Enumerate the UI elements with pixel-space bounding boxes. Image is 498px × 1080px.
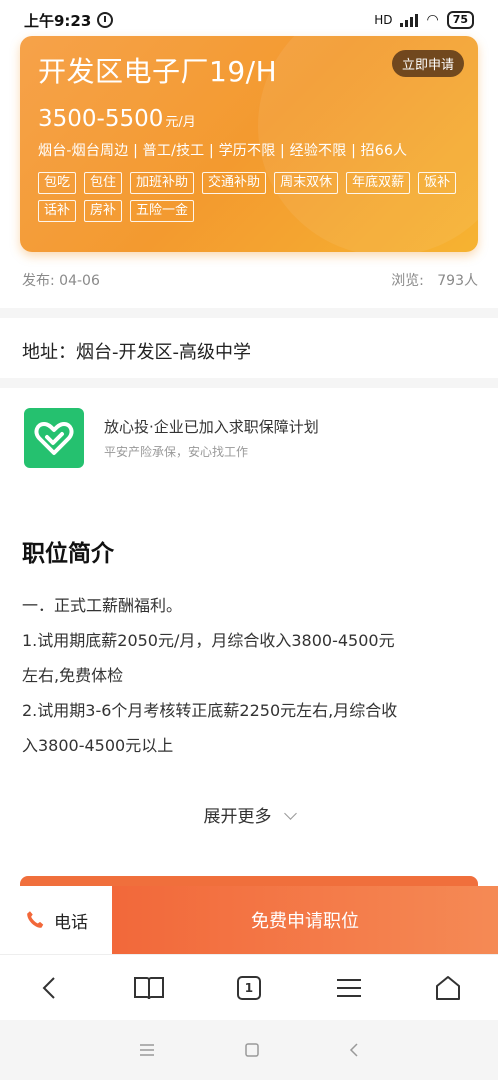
benefit-tag: 房补	[84, 200, 123, 222]
home-button[interactable]	[428, 968, 468, 1008]
phone-button[interactable]: 电话	[0, 886, 112, 954]
status-bar: 上午9:23 HD ◠ 75	[0, 0, 498, 40]
wifi-icon: ◠	[426, 12, 439, 28]
benefit-tag: 五险一金	[130, 200, 195, 222]
bottom-action-bar: 电话 免费申请职位	[0, 876, 498, 954]
views-label: 浏览:	[391, 273, 424, 289]
views-value: 793人	[437, 273, 478, 289]
shield-heart-icon	[24, 408, 84, 468]
benefit-tag: 交通补助	[202, 172, 267, 194]
benefit-tag: 饭补	[418, 172, 457, 194]
salary-unit: 元/月	[165, 115, 196, 130]
publish-row: 发布: 04-06 浏览: 793人	[22, 270, 478, 290]
chevron-left-icon	[42, 976, 55, 999]
salary-range: 3500-5500	[38, 106, 164, 132]
section-title: 职位简介	[22, 541, 114, 567]
description-line: 入3800-4500元以上	[22, 736, 174, 755]
job-card: 开发区电子厂19/H 立即申请 3500-5500 元/月 烟台-烟台周边 | 普…	[20, 36, 478, 252]
description-line: 左右,免费体检	[22, 666, 124, 685]
free-apply-button[interactable]: 免费申请职位	[112, 886, 498, 954]
view-count: 浏览: 793人	[391, 270, 478, 290]
network-type: HD	[374, 13, 393, 27]
book-icon	[134, 976, 165, 999]
section-divider	[0, 378, 498, 388]
back-triangle-icon[interactable]	[348, 1042, 360, 1058]
expand-more-button[interactable]: 展开更多	[0, 802, 498, 827]
benefit-tag: 包吃	[38, 172, 77, 194]
home-square-icon[interactable]	[244, 1042, 260, 1058]
recent-apps-icon[interactable]	[138, 1043, 156, 1057]
expand-more-label: 展开更多	[203, 807, 272, 827]
job-address[interactable]: 地址：烟台-开发区-高级中学	[22, 338, 251, 364]
back-button[interactable]	[30, 968, 70, 1008]
tab-count: 1	[236, 975, 261, 1000]
benefit-tag: 年底双薪	[346, 172, 411, 194]
benefit-tag: 周末双休	[274, 172, 339, 194]
apply-now-button[interactable]: 立即申请	[391, 50, 464, 77]
signal-icon	[400, 13, 419, 27]
guarantee-banner[interactable]: 放心投·企业已加入求职保障计划 平安产险承保，安心找工作	[24, 408, 319, 468]
status-time: 上午9:23	[24, 11, 92, 30]
bookmarks-button[interactable]	[129, 968, 169, 1008]
salary: 3500-5500 元/月	[38, 106, 460, 132]
benefit-tag: 话补	[38, 200, 77, 222]
guarantee-subtitle: 平安产险承保，安心找工作	[104, 445, 249, 459]
section-divider	[0, 308, 498, 318]
phone-label: 电话	[54, 912, 88, 933]
tabs-button[interactable]: 1	[229, 968, 269, 1008]
benefit-tag: 加班补助	[130, 172, 195, 194]
description-line: 1.试用期底薪2050元/月，月综合收入3800-4500元	[22, 631, 395, 650]
description-line: 2.试用期3-6个月考核转正底薪2250元左右,月综合收	[22, 701, 398, 720]
battery-icon: 75	[446, 11, 474, 29]
alarm-icon	[97, 12, 114, 28]
home-icon	[436, 975, 461, 1000]
menu-icon	[336, 978, 361, 997]
card-edge	[20, 876, 478, 886]
status-indicators: HD ◠ 75	[374, 11, 474, 29]
job-description: 一．正式工薪酬福利。 1.试用期底薪2050元/月，月综合收入3800-4500…	[22, 588, 478, 763]
chevron-down-icon	[283, 807, 297, 820]
publish-date: 发布: 04-06	[22, 273, 100, 289]
description-line: 一．正式工薪酬福利。	[22, 596, 183, 615]
system-nav-bar	[0, 1020, 498, 1080]
menu-button[interactable]	[329, 968, 369, 1008]
guarantee-title: 放心投·企业已加入求职保障计划	[104, 418, 319, 436]
benefit-tags: 包吃 包住 加班补助 交通补助 周末双休 年底双薪 饭补 话补 房补 五险一金	[38, 172, 478, 222]
phone-icon	[27, 911, 44, 928]
benefit-tag: 包住	[84, 172, 123, 194]
browser-toolbar: 1	[0, 954, 498, 1020]
job-meta: 烟台-烟台周边 | 普工/技工 | 学历不限 | 经验不限 | 招66人	[38, 143, 408, 159]
